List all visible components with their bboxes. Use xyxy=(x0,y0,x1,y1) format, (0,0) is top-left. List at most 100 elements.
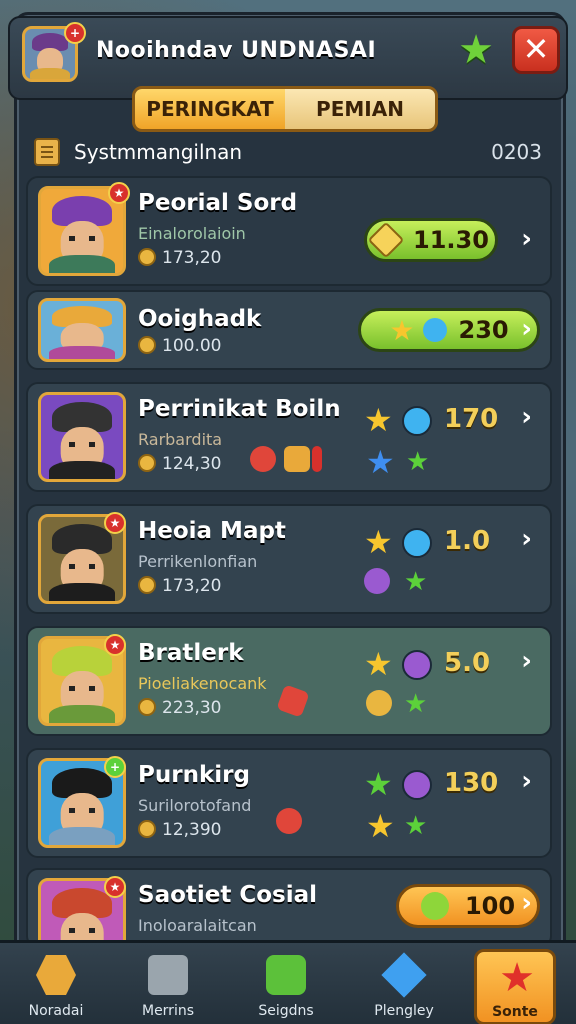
player-row[interactable]: ★ Bratlerk Pioeliakenocank 223,30 ★ 5.0 … xyxy=(26,626,552,736)
player-score: 1.0 xyxy=(444,526,491,556)
player-stat: 100.00 xyxy=(138,336,221,356)
score-pill: 11.30 xyxy=(364,218,498,262)
chevron-right-icon[interactable]: › xyxy=(521,224,532,254)
player-name: Purnkirg xyxy=(138,762,250,788)
nav-label: Seigdns xyxy=(258,1003,314,1019)
player-subtitle: Einalorolaioin xyxy=(138,224,246,243)
nav-label: Sonte xyxy=(492,1004,538,1020)
tab-bar: PERINGKAT PEMIAN xyxy=(132,86,438,132)
player-avatar xyxy=(38,298,126,362)
player-subtitle: Pioeliakenocank xyxy=(138,674,267,693)
player-row[interactable]: Perrinikat Boiln Rarbardita 124,30 ★ 170… xyxy=(26,382,552,492)
player-name: Saotiet Cosial xyxy=(138,882,318,908)
player-name: Peorial Sord xyxy=(138,190,298,216)
gem-icon xyxy=(381,952,427,998)
nav-item-sonte[interactable]: ★ Sonte xyxy=(474,949,556,1024)
player-row[interactable]: + Purnkirg Surilorotofand 12,390 ★ 130 ★… xyxy=(26,748,552,858)
star-icon: ★ xyxy=(366,443,395,481)
star-icon: ★ xyxy=(364,765,393,803)
bottom-nav: Noradai Merrins Seigdns Plengley ★ Sonte xyxy=(0,940,576,1024)
player-stat: 124,30 xyxy=(138,454,221,474)
star-icon: ★ xyxy=(404,811,428,841)
chevron-right-icon[interactable]: › xyxy=(521,524,532,554)
chevron-right-icon[interactable]: › xyxy=(521,646,532,676)
item-icon xyxy=(312,446,322,472)
star-icon: ★ xyxy=(404,689,428,719)
favorite-button[interactable]: ★ xyxy=(455,30,497,72)
nav-label: Noradai xyxy=(28,1003,84,1019)
blue-orb-icon xyxy=(402,528,432,558)
star-icon: ★ xyxy=(389,313,415,347)
player-name: Ooighadk xyxy=(138,306,262,332)
subheader-count: 0203 xyxy=(491,140,542,164)
item-icon xyxy=(364,568,390,594)
star-icon: ★ xyxy=(364,401,393,439)
coin-icon xyxy=(138,454,156,472)
player-subtitle: Perrikenlonfian xyxy=(138,552,258,571)
hexagon-icon xyxy=(36,955,76,995)
coin-icon xyxy=(138,248,156,266)
player-name: Bratlerk xyxy=(138,640,244,666)
tab-pemian[interactable]: PEMIAN xyxy=(285,89,435,129)
box-icon xyxy=(148,955,188,995)
player-stat: 173,20 xyxy=(138,576,221,596)
player-row[interactable]: Ooighadk 100.00 ★ 230 › xyxy=(26,290,552,370)
chevron-right-icon[interactable]: › xyxy=(521,402,532,432)
nav-item-noradai[interactable]: Noradai xyxy=(8,949,104,1024)
heart-gem-icon xyxy=(250,446,276,472)
player-row[interactable]: ★ Heoia Mapt Perrikenlonfian 173,20 ★ 1.… xyxy=(26,504,552,614)
player-avatar xyxy=(38,392,126,482)
player-row[interactable]: ★ Saotiet Cosial Inoloaralaitcan 100 › xyxy=(26,868,552,968)
star-icon: ★ xyxy=(406,447,430,477)
score-pill: ★ 230 xyxy=(358,308,540,352)
rank-badge-icon: ★ xyxy=(104,512,126,534)
player-stat: 12,390 xyxy=(138,820,221,840)
close-button[interactable]: ✕ xyxy=(512,26,560,74)
list-icon xyxy=(34,138,60,166)
blue-orb-icon xyxy=(422,318,447,342)
purple-orb-icon xyxy=(402,650,432,680)
avatar-badge: + xyxy=(64,22,86,44)
player-score: 170 xyxy=(444,404,499,434)
star-icon: ★ xyxy=(366,807,395,845)
list-subheader: Systmmangilnan 0203 xyxy=(34,134,554,170)
player-score: 130 xyxy=(444,768,499,798)
nav-item-merrins[interactable]: Merrins xyxy=(120,949,216,1024)
star-icon: ★ xyxy=(364,523,393,561)
purple-orb-icon xyxy=(402,770,432,800)
tab-peringkat[interactable]: PERINGKAT xyxy=(135,89,285,129)
score-pill: 100 xyxy=(396,884,540,928)
rank-badge-icon: ★ xyxy=(104,634,126,656)
chat-icon xyxy=(266,955,306,995)
nav-label: Merrins xyxy=(141,1003,194,1019)
coin-icon xyxy=(138,576,156,594)
nav-item-plengley[interactable]: Plengley xyxy=(356,949,452,1024)
item-icon xyxy=(284,446,310,472)
player-score: 5.0 xyxy=(444,648,491,678)
rank-badge-icon: + xyxy=(104,756,126,778)
nav-item-seigdns[interactable]: Seigdns xyxy=(238,949,334,1024)
coin-icon xyxy=(138,336,156,354)
star-icon: ★ xyxy=(458,27,494,73)
coin-icon xyxy=(138,820,156,838)
star-icon: ★ xyxy=(364,645,393,683)
chevron-right-icon[interactable]: › xyxy=(521,888,532,918)
gem-icon xyxy=(367,221,405,259)
star-icon: ★ xyxy=(404,567,428,597)
chevron-right-icon[interactable]: › xyxy=(521,314,532,344)
player-subtitle: Surilorotofand xyxy=(138,796,252,815)
ruby-icon xyxy=(276,684,310,718)
rank-badge-icon: ★ xyxy=(108,182,130,204)
chevron-right-icon[interactable]: › xyxy=(521,766,532,796)
star-icon: ★ xyxy=(499,955,535,1001)
tomato-icon xyxy=(276,808,302,834)
player-name: Heoia Mapt xyxy=(138,518,286,544)
player-row[interactable]: ★ Peorial Sord Einalorolaioin 173,20 11.… xyxy=(26,176,552,286)
player-subtitle: Rarbardita xyxy=(138,430,223,449)
player-subtitle: Inoloaralaitcan xyxy=(138,916,257,935)
subheader-label: Systmmangilnan xyxy=(74,140,243,164)
page-title: Nooihndav UNDNASAI xyxy=(96,38,377,63)
player-name: Perrinikat Boiln xyxy=(138,396,341,422)
nav-label: Plengley xyxy=(374,1003,434,1019)
rank-badge-icon: ★ xyxy=(104,876,126,898)
